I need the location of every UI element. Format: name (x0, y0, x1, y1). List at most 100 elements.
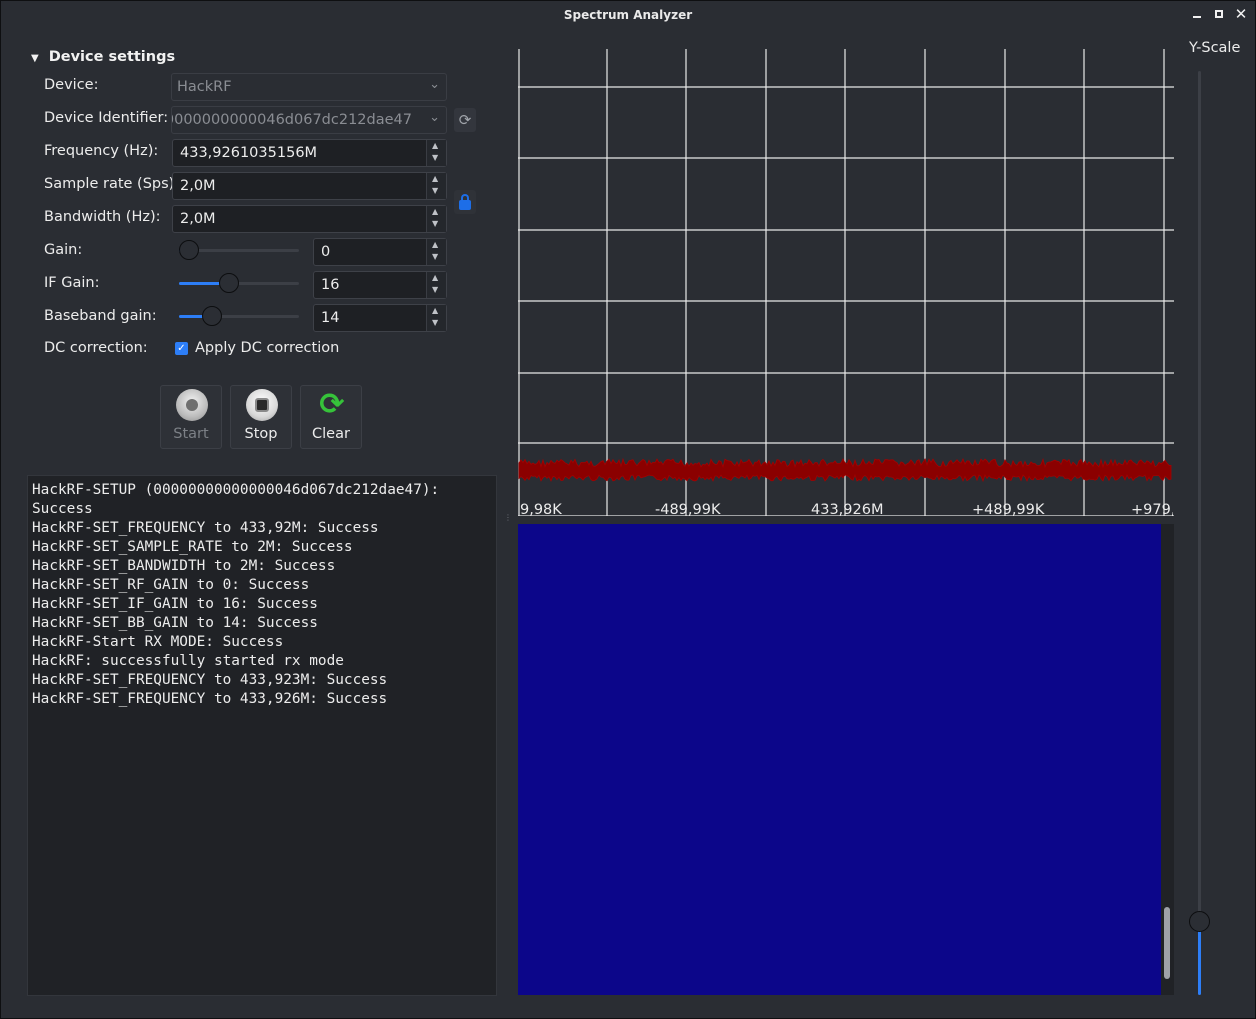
maximize-button[interactable] (1211, 6, 1227, 22)
refresh-icon: ⟳ (458, 111, 472, 129)
spin-down-icon[interactable]: ▼ (432, 252, 442, 262)
if-gain-slider-handle[interactable] (219, 273, 239, 293)
y-scale-slider-handle[interactable] (1189, 910, 1210, 932)
spin-up-icon[interactable]: ▲ (432, 207, 442, 217)
window-title: Spectrum Analyzer (563, 8, 693, 22)
log-line: Success (32, 501, 93, 517)
minimize-button[interactable] (1189, 6, 1205, 22)
if-gain-value: 16 (321, 277, 340, 293)
sample-rate-spinbox[interactable]: 2,0M ▲ ▼ (172, 172, 447, 200)
gain-slider[interactable] (179, 240, 299, 260)
x-axis-label-2: 433,926M (811, 502, 884, 518)
log-output[interactable]: HackRF-SETUP (00000000000000046d067dc212… (27, 475, 497, 996)
checkmark-icon: ✓ (177, 343, 186, 354)
baseband-gain-spinbox[interactable]: 14 ▲ ▼ (313, 304, 447, 332)
device-identifier-label: Device Identifier: (44, 110, 169, 126)
spin-down-icon[interactable]: ▼ (432, 219, 442, 229)
log-line: HackRF-Start RX MODE: Success (32, 634, 284, 650)
device-settings-header[interactable]: ▼ Device settings (31, 49, 175, 65)
if-gain-slider[interactable] (179, 273, 299, 293)
spectrum-plot[interactable] (518, 49, 1174, 516)
device-combo[interactable]: HackRF ⌄ (171, 73, 447, 101)
log-line: HackRF-SET_RF_GAIN to 0: Success (32, 577, 310, 593)
dc-correction-label: DC correction: (44, 340, 148, 356)
sample-rate-label: Sample rate (Sps): (44, 176, 180, 192)
x-axis-label-3: +489,99K (972, 502, 1045, 518)
start-button-label: Start (173, 426, 209, 442)
lock-bandwidth-button[interactable] (454, 190, 476, 214)
x-axis-label-0: 9,98K (520, 502, 562, 518)
bandwidth-spinbox[interactable]: 2,0M ▲ ▼ (172, 205, 447, 233)
log-line: HackRF-SET_BANDWIDTH to 2M: Success (32, 558, 336, 574)
if-gain-slider-fill (179, 282, 223, 285)
gain-slider-handle[interactable] (179, 240, 199, 260)
frequency-spinbox[interactable]: 433,9261035156M ▲ ▼ (172, 139, 447, 167)
waterfall-display[interactable] (518, 524, 1161, 995)
stop-button-label: Stop (244, 426, 278, 442)
device-identifier-combo[interactable]: 00000000000000046d067dc212dae47 ⌄ (171, 106, 447, 134)
baseband-gain-slider[interactable] (179, 306, 299, 326)
bandwidth-value: 2,0M (180, 211, 216, 227)
refresh-devices-button[interactable]: ⟳ (454, 108, 476, 132)
frequency-value: 433,9261035156M (180, 145, 318, 161)
chevron-down-icon: ⌄ (429, 77, 440, 92)
log-line: HackRF-SETUP (00000000000000046d067dc212… (32, 482, 440, 498)
log-line: HackRF-SET_FREQUENCY to 433,92M: Success (32, 520, 379, 536)
y-scale-slider-fill (1198, 921, 1201, 995)
device-identifier-value: 00000000000000046d067dc212dae47 (172, 112, 412, 128)
spin-up-icon[interactable]: ▲ (432, 174, 442, 184)
dc-correction-checkbox-label[interactable]: Apply DC correction (195, 340, 339, 356)
spin-down-icon[interactable]: ▼ (432, 318, 442, 328)
log-line: HackRF: successfully started rx mode (32, 653, 344, 669)
log-line: HackRF-SET_BB_GAIN to 14: Success (32, 615, 318, 631)
y-scale-slider[interactable] (1188, 71, 1210, 995)
log-line: HackRF-SET_FREQUENCY to 433,926M: Succes… (32, 691, 388, 707)
waterfall-scrollbar[interactable] (1161, 524, 1174, 995)
spin-up-icon[interactable]: ▲ (432, 141, 442, 151)
if-gain-label: IF Gain: (44, 275, 100, 291)
spin-down-icon[interactable]: ▼ (432, 186, 442, 196)
splitter-handle[interactable]: ⋮ (504, 514, 512, 522)
if-gain-spinbox[interactable]: 16 ▲ ▼ (313, 271, 447, 299)
stop-button[interactable]: Stop (230, 385, 292, 449)
record-icon (176, 389, 208, 421)
device-settings-title: Device settings (48, 49, 176, 65)
maximize-icon (1215, 10, 1223, 18)
start-button[interactable]: Start (160, 385, 222, 449)
collapse-triangle-icon: ▼ (31, 53, 39, 64)
title-bar: Spectrum Analyzer ✕ (1, 1, 1255, 29)
spectrum-plot-canvas (518, 49, 1174, 516)
spin-up-icon[interactable]: ▲ (432, 240, 442, 250)
sample-rate-value: 2,0M (180, 178, 216, 194)
log-line: HackRF-SET_IF_GAIN to 16: Success (32, 596, 318, 612)
baseband-gain-value: 14 (321, 310, 340, 326)
stop-icon (246, 389, 278, 421)
log-line: HackRF-SET_FREQUENCY to 433,923M: Succes… (32, 672, 388, 688)
close-button[interactable]: ✕ (1233, 6, 1249, 22)
gain-value: 0 (321, 244, 331, 260)
chevron-down-icon: ⌄ (429, 110, 440, 125)
gain-label: Gain: (44, 242, 83, 258)
device-value: HackRF (177, 79, 232, 95)
dc-correction-checkbox[interactable]: ✓ (175, 342, 188, 355)
x-axis-label-4: +979,9 (1131, 502, 1173, 518)
spin-up-icon[interactable]: ▲ (432, 273, 442, 283)
spin-up-icon[interactable]: ▲ (432, 306, 442, 316)
device-label: Device: (44, 77, 99, 93)
clear-button[interactable]: ⟳ Clear (300, 385, 362, 449)
baseband-gain-slider-handle[interactable] (201, 306, 222, 326)
frequency-label: Frequency (Hz): (44, 143, 159, 159)
main-window: Spectrum Analyzer ✕ ▼ Device settings Dev… (0, 0, 1256, 1019)
spin-down-icon[interactable]: ▼ (432, 153, 442, 163)
gain-spinbox[interactable]: 0 ▲ ▼ (313, 238, 447, 266)
refresh-green-icon: ⟳ (319, 387, 345, 422)
minimize-icon (1193, 16, 1201, 18)
x-axis-label-1: -489,99K (655, 502, 721, 518)
baseband-gain-label: Baseband gain: (44, 308, 157, 324)
scrollbar-thumb[interactable] (1164, 907, 1170, 979)
close-icon: ✕ (1234, 5, 1248, 23)
log-line: HackRF-SET_SAMPLE_RATE to 2M: Success (32, 539, 353, 555)
spin-down-icon[interactable]: ▼ (432, 285, 442, 295)
bandwidth-label: Bandwidth (Hz): (44, 209, 161, 225)
clear-button-label: Clear (312, 426, 350, 442)
